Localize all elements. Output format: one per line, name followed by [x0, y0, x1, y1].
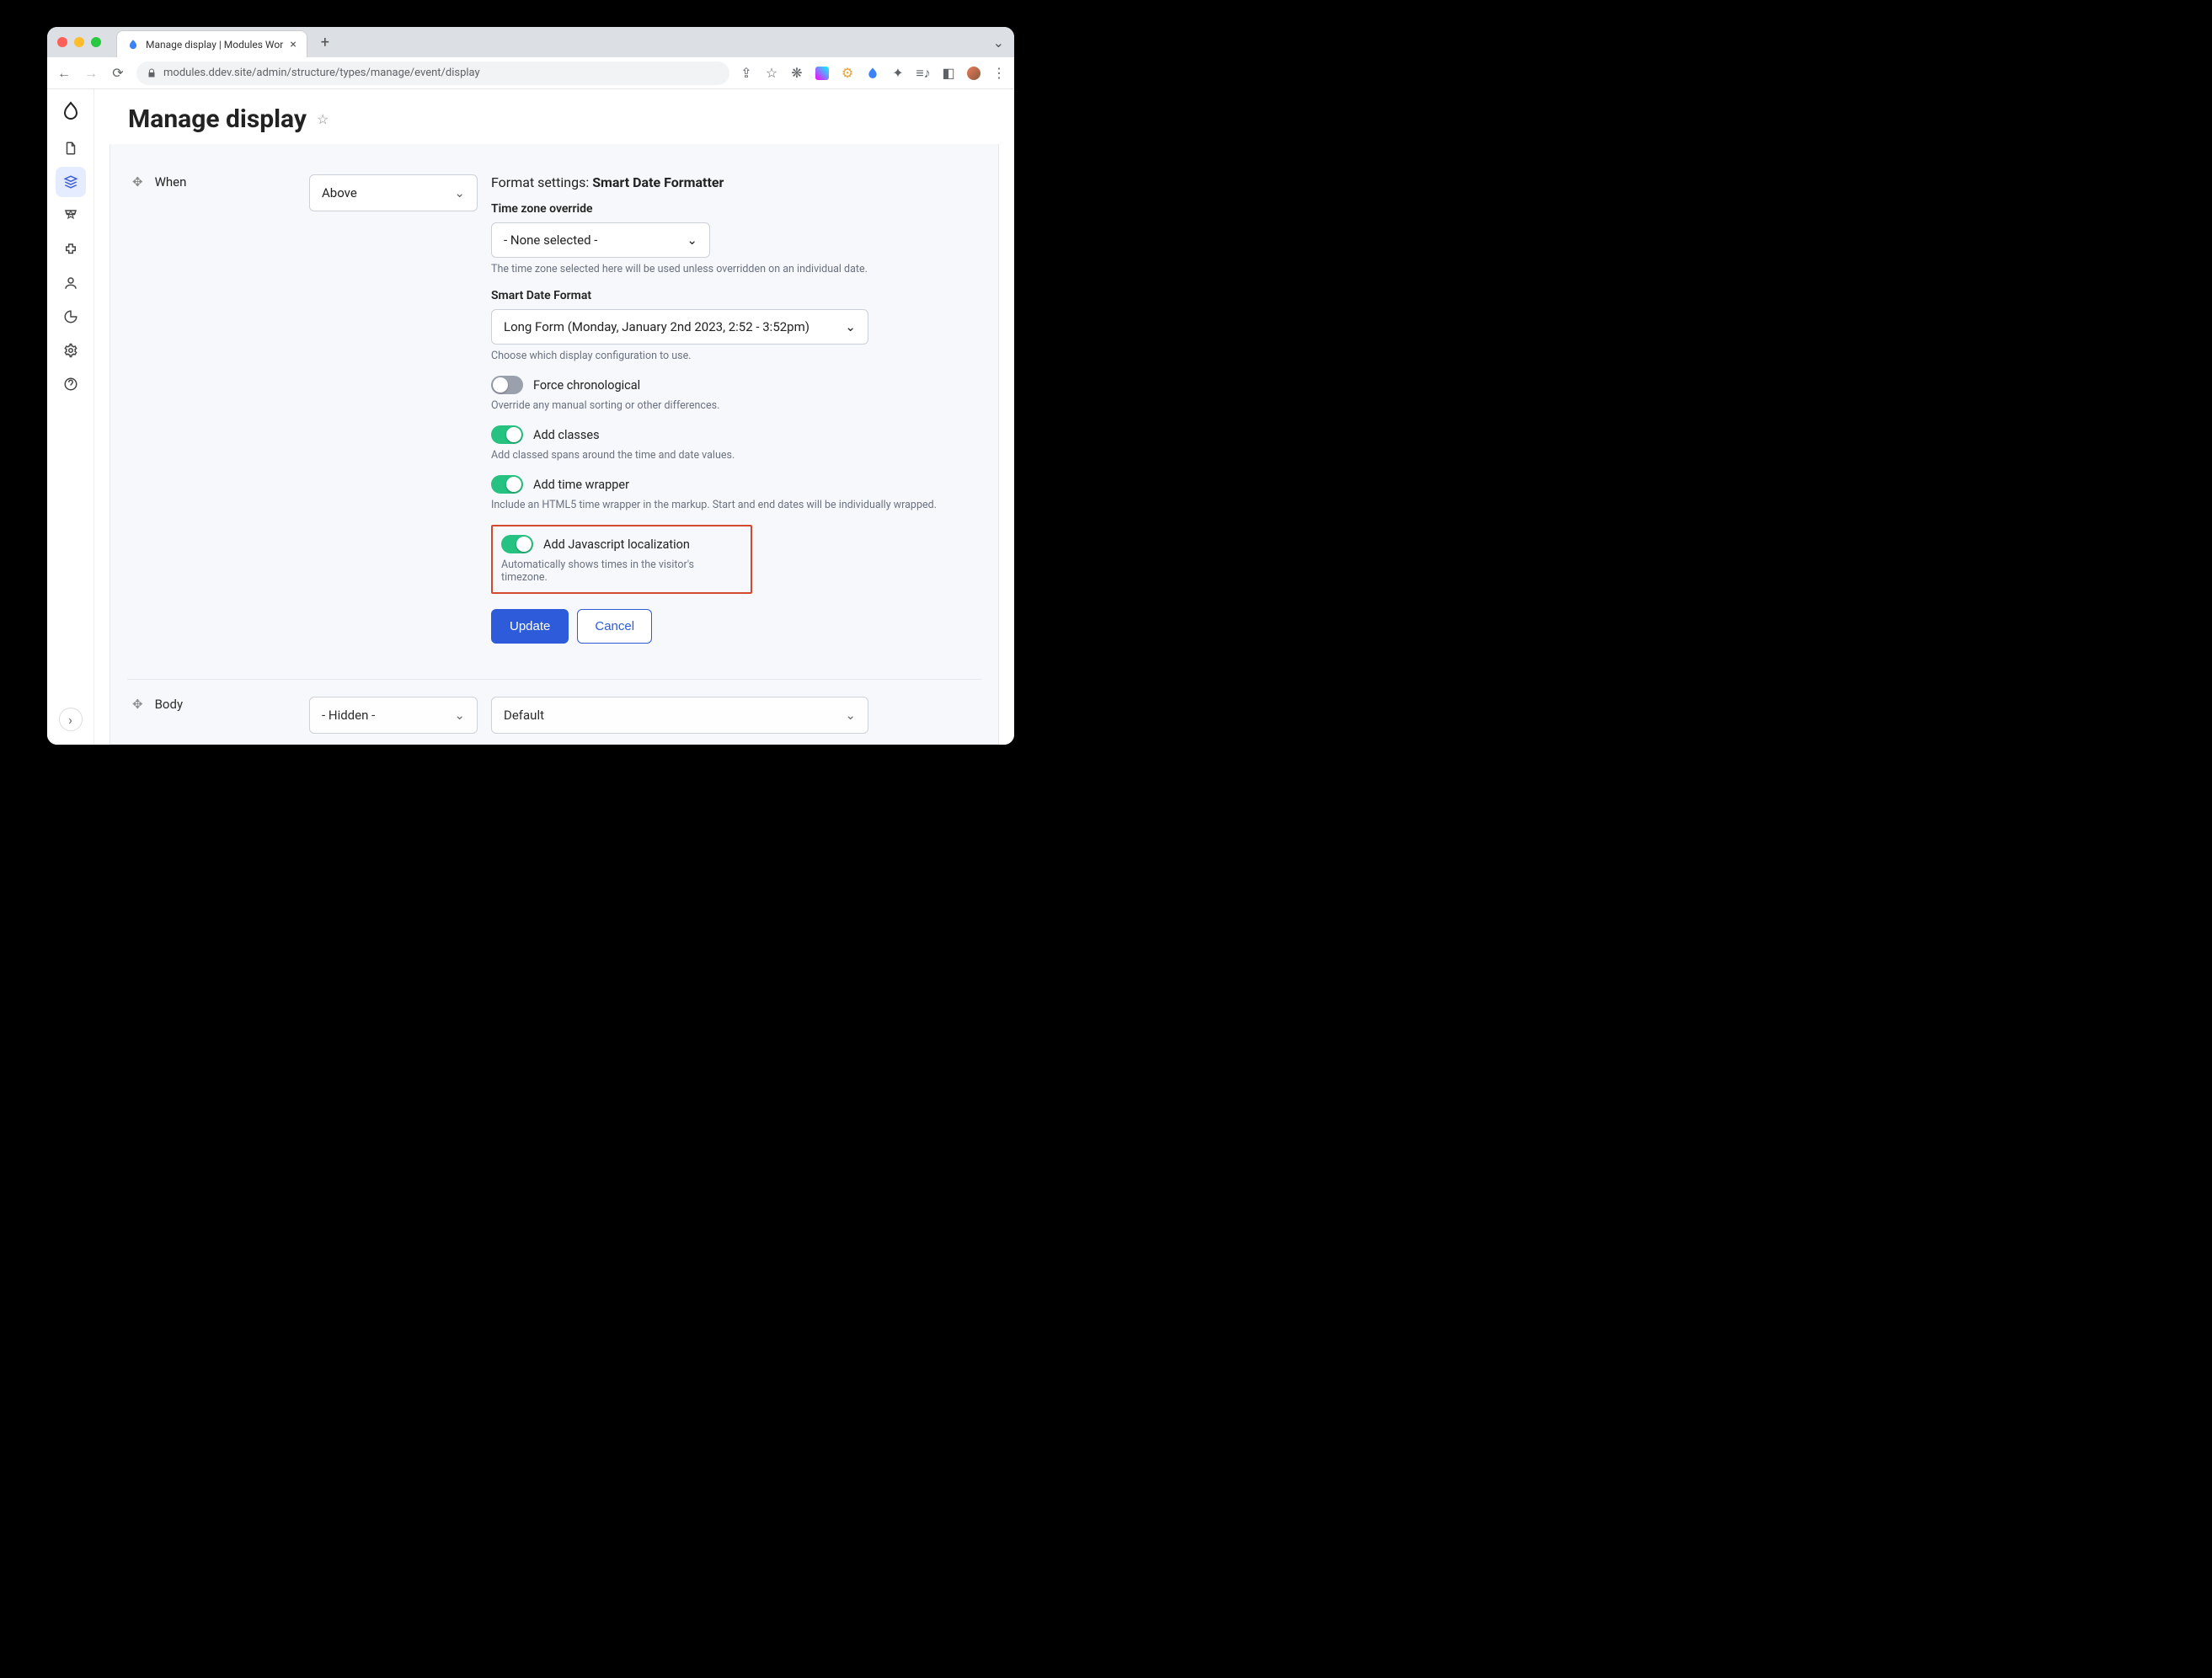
drag-handle-icon[interactable]: ✥ [132, 174, 143, 190]
minimize-window-icon[interactable] [74, 37, 84, 47]
drupal-favicon-icon [127, 39, 139, 51]
browser-window: Manage display | Modules Wor × + ⌄ ← → ⟳… [47, 27, 1014, 745]
url-bar: ← → ⟳ modules.ddev.site/admin/structure/… [47, 57, 1014, 89]
sidebar-expand-button[interactable]: › [59, 708, 83, 731]
format-select[interactable]: Long Form (Monday, January 2nd 2023, 2:5… [491, 309, 868, 345]
toggle-label: Add time wrapper [533, 478, 629, 492]
label-position-select[interactable]: Above ⌄ [309, 174, 478, 211]
new-tab-button[interactable]: + [316, 34, 334, 51]
close-window-icon[interactable] [57, 37, 67, 47]
format-help: Choose which display configuration to us… [491, 350, 956, 362]
toolbar-actions: ⇪ ☆ ❋ ⚙ ✦ ≡♪ ◧ ⋮ [740, 67, 1006, 80]
toggle-help: Include an HTML5 time wrapper in the mar… [491, 499, 956, 511]
update-button[interactable]: Update [491, 609, 569, 644]
toggle-time-wrapper[interactable] [491, 475, 523, 494]
timezone-select[interactable]: - None selected - ⌄ [491, 222, 710, 258]
close-tab-icon[interactable]: × [290, 38, 296, 51]
sidebar-people[interactable] [56, 268, 86, 298]
sidebar-reports[interactable] [56, 302, 86, 332]
sidebar-content[interactable] [56, 133, 86, 163]
field-label: When [155, 174, 187, 190]
tab-bar: Manage display | Modules Wor × + ⌄ [47, 27, 1014, 57]
chevron-down-icon: ⌄ [454, 708, 465, 723]
tabs-overflow-icon[interactable]: ⌄ [993, 35, 1004, 51]
favorite-star-icon[interactable]: ☆ [317, 111, 329, 127]
page-header: Manage display ☆ [94, 89, 1014, 144]
field-label: Body [155, 697, 183, 712]
back-button[interactable]: ← [56, 65, 72, 82]
field-row-when: ✥ When Above ⌄ Format settings: Smart Da… [127, 168, 981, 650]
browser-tab[interactable]: Manage display | Modules Wor × [116, 30, 307, 57]
toggle-label: Add classes [533, 428, 600, 442]
select-value: Above [322, 185, 357, 200]
toggle-help: Add classed spans around the time and da… [491, 449, 956, 462]
body-format-select[interactable]: Default ⌄ [491, 697, 868, 734]
format-settings: Format settings: Smart Date Formatter Ti… [491, 174, 981, 644]
select-value: - None selected - [504, 232, 597, 248]
toggle-help: Override any manual sorting or other dif… [491, 399, 956, 412]
timezone-label: Time zone override [491, 202, 956, 216]
maximize-window-icon[interactable] [91, 37, 101, 47]
kebab-menu-icon[interactable]: ⋮ [992, 67, 1006, 80]
chevron-down-icon: ⌄ [454, 185, 465, 200]
drupal-ext-icon[interactable] [866, 67, 879, 80]
window-controls[interactable] [57, 37, 101, 47]
address-bar[interactable]: modules.ddev.site/admin/structure/types/… [136, 61, 729, 85]
main-area: Manage display ☆ ✥ When Above ⌄ [94, 89, 1014, 745]
chevron-down-icon: ⌄ [845, 319, 856, 334]
url-text: modules.ddev.site/admin/structure/types/… [163, 67, 480, 79]
field-row-body: ✥ Body - Hidden - ⌄ Default ⌄ [127, 679, 981, 740]
forward-button[interactable]: → [83, 65, 99, 82]
share-icon[interactable]: ⇪ [740, 67, 753, 80]
toggle-help: Automatically shows times in the visitor… [501, 558, 742, 584]
sidebar-structure[interactable] [56, 167, 86, 197]
tab-title: Manage display | Modules Wor [146, 39, 283, 51]
display-panel: ✥ When Above ⌄ Format settings: Smart Da… [110, 144, 999, 745]
label-position-select[interactable]: - Hidden - ⌄ [309, 697, 478, 734]
select-value: - Hidden - [322, 708, 375, 723]
chevron-down-icon: ⌄ [687, 232, 697, 248]
select-value: Long Form (Monday, January 2nd 2023, 2:5… [504, 319, 809, 334]
select-value: Default [504, 708, 544, 723]
drag-handle-icon[interactable]: ✥ [132, 697, 143, 712]
sidebar-help[interactable] [56, 369, 86, 399]
extensions-puzzle-icon[interactable]: ✦ [891, 67, 905, 80]
toggle-force-chronological[interactable] [491, 376, 523, 394]
lock-icon [147, 68, 157, 78]
page-title: Manage display [128, 104, 307, 134]
format-settings-title: Format settings: Smart Date Formatter [491, 174, 956, 190]
reload-button[interactable]: ⟳ [110, 65, 126, 81]
playlist-icon[interactable]: ≡♪ [916, 67, 930, 80]
toggle-add-classes[interactable] [491, 425, 523, 444]
panel-icon[interactable]: ◧ [942, 67, 955, 80]
extension-icon[interactable] [815, 67, 829, 80]
admin-sidebar: › [47, 89, 94, 745]
timezone-help: The time zone selected here will be used… [491, 263, 956, 275]
gear-icon[interactable]: ⚙ [841, 67, 854, 80]
toggle-label: Add Javascript localization [543, 537, 690, 552]
sidebar-appearance[interactable] [56, 200, 86, 231]
toggle-label: Force chronological [533, 378, 640, 393]
profile-avatar[interactable] [967, 67, 980, 80]
bookmark-star-icon[interactable]: ☆ [765, 67, 778, 80]
sidebar-config[interactable] [56, 335, 86, 366]
app-content: › Manage display ☆ ✥ When Above ⌄ [47, 89, 1014, 745]
drupal-logo-icon [61, 101, 81, 121]
format-label: Smart Date Format [491, 289, 956, 302]
cancel-button[interactable]: Cancel [577, 609, 652, 644]
highlighted-setting: Add Javascript localization Automaticall… [491, 525, 752, 594]
toggle-js-localization[interactable] [501, 535, 533, 553]
sidebar-extend[interactable] [56, 234, 86, 265]
chevron-down-icon: ⌄ [845, 708, 856, 723]
extension-icon[interactable]: ❋ [790, 67, 804, 80]
